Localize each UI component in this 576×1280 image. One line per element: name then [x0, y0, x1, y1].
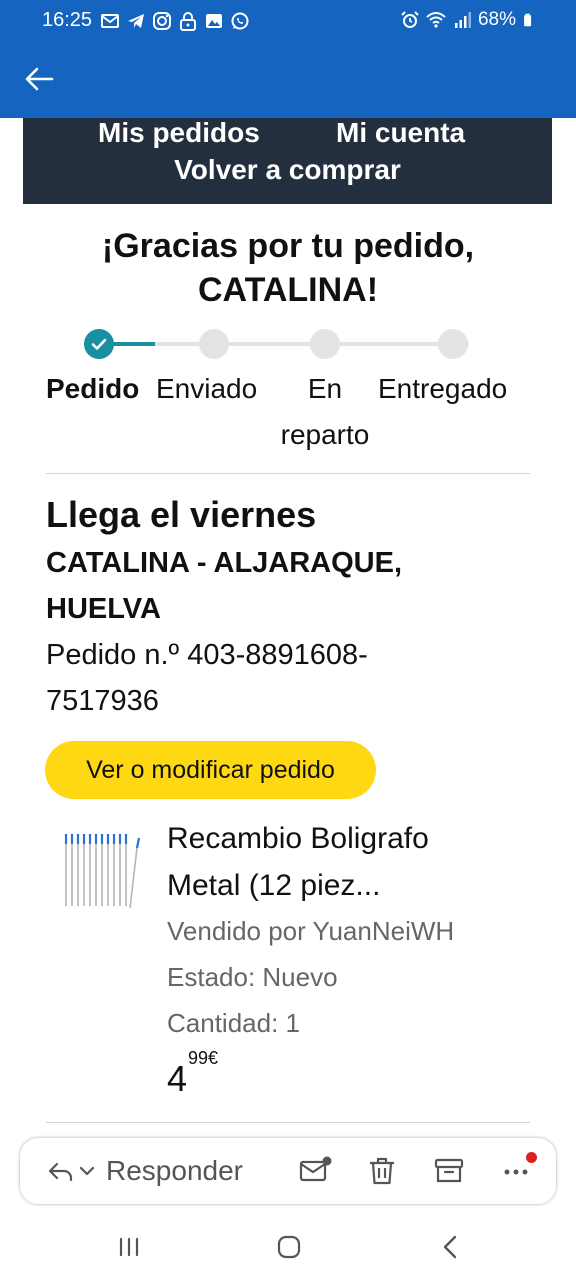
notification-icons — [100, 9, 250, 33]
step-ordered-dot — [84, 329, 114, 359]
divider — [46, 473, 530, 474]
reply-label: Responder — [106, 1155, 243, 1186]
mark-unread-icon[interactable] — [298, 1154, 332, 1188]
status-bar: 16:25 68% — [0, 0, 576, 42]
check-icon — [91, 338, 107, 350]
thank-you-heading: ¡Gracias por tu pedido, CATALINA! — [0, 224, 576, 312]
product-title[interactable]: Recambio Boligrafo Metal (12 piez... — [167, 815, 497, 909]
my-orders-link[interactable]: Mis pedidos — [98, 118, 260, 149]
wifi-icon — [426, 12, 446, 28]
step-label-ordered: Pedido — [46, 373, 140, 404]
home-icon[interactable] — [274, 1232, 304, 1262]
telegram-icon — [128, 14, 144, 28]
lock-icon — [180, 12, 196, 31]
back-icon[interactable] — [436, 1232, 466, 1262]
system-status-icons: 68% — [400, 9, 536, 31]
step-delivered-dot — [438, 329, 468, 359]
system-nav-bar — [0, 1214, 576, 1280]
signal-icon — [454, 12, 471, 28]
mail-icon — [101, 14, 119, 28]
delivery-estimate: Llega el viernes — [46, 494, 317, 535]
product-image[interactable] — [60, 830, 144, 912]
reply-icon — [48, 1162, 73, 1182]
product-price: 499€ — [167, 1048, 218, 1100]
archive-icon[interactable] — [432, 1154, 466, 1188]
instagram-icon — [153, 12, 171, 30]
trash-icon[interactable] — [365, 1154, 399, 1188]
store-nav-banner: Mis pedidos Mi cuenta Volver a comprar — [23, 118, 552, 204]
thank-you-line-1: ¡Gracias por tu pedido, — [101, 227, 475, 265]
my-account-link[interactable]: Mi cuenta — [336, 118, 465, 149]
product-seller: Vendido por YuanNeiWH — [167, 916, 455, 946]
battery-icon — [524, 13, 532, 27]
whatsapp-icon — [231, 12, 249, 30]
step-label-delivered: Entregado — [378, 373, 508, 404]
order-number: Pedido n.º 403-8891608-7517936 — [46, 639, 368, 717]
step-label-out-for-delivery: En reparto — [280, 373, 370, 450]
price-whole: 4 — [167, 1058, 188, 1099]
email-action-bar: Responder — [20, 1138, 556, 1204]
notification-dot — [526, 1152, 537, 1163]
status-time: 16:25 — [42, 9, 93, 31]
divider — [46, 1122, 530, 1123]
recents-icon[interactable] — [114, 1232, 144, 1262]
buy-again-link[interactable]: Volver a comprar — [23, 154, 552, 186]
thank-you-customer-name: CATALINA! — [197, 271, 379, 309]
product-quantity: Cantidad: 1 — [167, 1008, 300, 1038]
price-fraction: 99€ — [188, 1048, 219, 1068]
step-label-shipped: Enviado — [156, 373, 258, 404]
view-modify-order-button[interactable]: Ver o modificar pedido — [45, 741, 376, 799]
step-out-for-delivery-dot — [310, 329, 340, 359]
app-header: 16:25 68% — [0, 0, 576, 118]
reply-button[interactable]: Responder — [46, 1153, 243, 1189]
step-shipped-dot — [199, 329, 229, 359]
battery-percentage: 68% — [477, 9, 516, 30]
order-progress-tracker — [84, 328, 484, 360]
shipping-address: CATALINA - ALJARAQUE, HUELVA — [46, 547, 403, 625]
back-arrow-icon[interactable] — [22, 62, 56, 96]
alarm-icon — [401, 11, 419, 28]
product-condition: Estado: Nuevo — [167, 962, 338, 992]
chevron-down-icon[interactable] — [78, 1162, 96, 1180]
image-icon — [206, 14, 222, 28]
